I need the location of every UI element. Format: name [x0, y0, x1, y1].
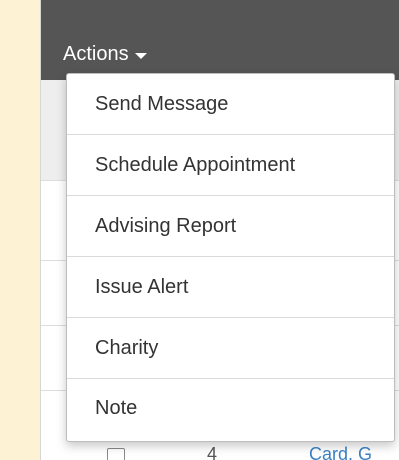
menu-item-charity[interactable]: Charity — [67, 318, 394, 379]
menu-item-advising-report[interactable]: Advising Report — [67, 196, 394, 257]
row-number: 4 — [207, 444, 218, 460]
actions-label: Actions — [63, 43, 129, 65]
student-name-link[interactable]: Card, G — [309, 444, 372, 460]
row-select-checkbox[interactable] — [107, 448, 125, 460]
menu-item-send-message[interactable]: Send Message — [67, 74, 394, 135]
menu-item-schedule-appointment[interactable]: Schedule Appointment — [67, 135, 394, 196]
caret-down-icon — [134, 52, 147, 59]
menu-item-note[interactable]: Note — [67, 379, 394, 441]
menu-item-issue-alert[interactable]: Issue Alert — [67, 257, 394, 318]
actions-dropdown-menu: Send Message Schedule Appointment Advisi… — [66, 73, 395, 442]
table-header-bar: Actions — [41, 0, 399, 80]
actions-dropdown-toggle[interactable]: Actions — [63, 42, 147, 66]
